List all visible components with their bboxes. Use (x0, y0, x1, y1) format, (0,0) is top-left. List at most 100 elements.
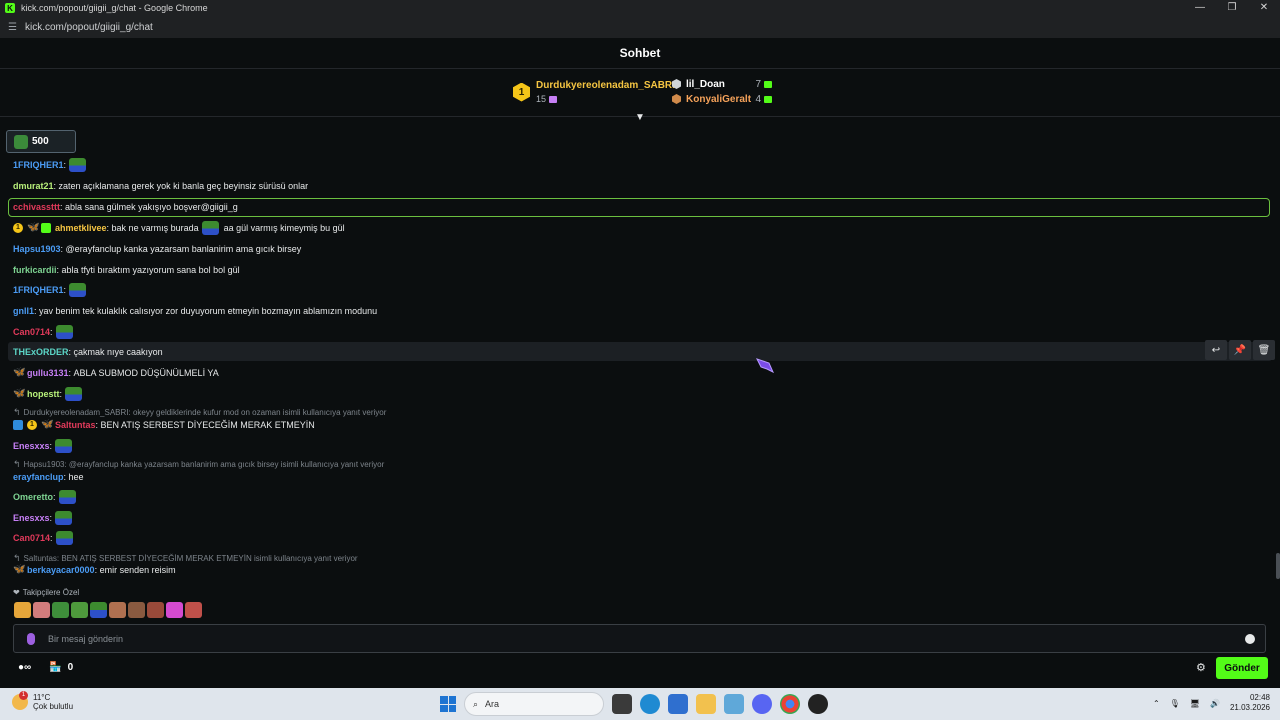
taskbar-search[interactable]: ⌕ Ara (464, 692, 604, 716)
clock[interactable]: 02:48 21.03.2026 (1230, 693, 1270, 713)
leaderboard-second[interactable]: lil_Doan 7 (672, 77, 772, 91)
network-icon[interactable]: 🖥 (1190, 699, 1200, 708)
task-view-icon[interactable] (612, 694, 632, 714)
message-username[interactable]: ahmetklivee (55, 223, 107, 233)
address-bar: ☰ kick.com/popout/giigii_g/chat (0, 16, 1280, 38)
emote-icon (14, 134, 28, 149)
chat-message[interactable]: gnll1: yav benim tek kulaklık calısıyor … (13, 303, 377, 319)
message-username[interactable]: Saltuntas (55, 420, 96, 430)
kick-points-icon[interactable]: ●∞ (18, 662, 31, 673)
emote-icon[interactable] (109, 602, 126, 618)
volume-icon[interactable]: 🔊 (1210, 699, 1220, 708)
chat-message[interactable]: 🦋 berkayacar0000: emir senden reisim (13, 562, 176, 578)
weather-temp: 11°C (33, 693, 51, 702)
chat-message[interactable]: 1FRIQHER1: (13, 157, 87, 173)
emote-icon[interactable] (185, 602, 202, 618)
emote-icon[interactable] (166, 602, 183, 618)
send-button[interactable]: Gönder (1216, 657, 1268, 679)
microphone-icon[interactable]: 🎙 (1170, 699, 1180, 708)
message-username[interactable]: Omeretto (13, 492, 53, 502)
chat-message[interactable]: 1 🦋 ahmetklivee: bak ne varmış burada aa… (13, 220, 345, 236)
emote-icon[interactable] (128, 602, 145, 618)
emote-icon[interactable] (147, 602, 164, 618)
chat-message[interactable]: 1 🦋 Saltuntas: BEN ATIŞ SERBEST DİYECEĞİ… (13, 417, 315, 433)
chat-message[interactable]: furkicardii: abla tfyti bıraktım yazıyor… (13, 262, 240, 278)
url-text[interactable]: kick.com/popout/giigii_g/chat (25, 22, 153, 33)
chat-message[interactable]: Enesxxs: (13, 510, 73, 526)
emote-icon[interactable] (71, 602, 88, 618)
message-username[interactable]: Hapsu1903 (13, 244, 61, 254)
pepe-emote-icon (55, 325, 73, 339)
kick-count-badge[interactable]: 500 (6, 130, 76, 153)
close-button[interactable]: ✕ (1248, 0, 1280, 16)
message-username[interactable]: hopestt (27, 389, 60, 399)
discord-icon[interactable] (752, 694, 772, 714)
message-username[interactable]: 1FRIQHER1 (13, 160, 64, 170)
file-explorer-icon[interactable] (696, 694, 716, 714)
kick-count-value: 500 (32, 136, 49, 147)
message-text: zaten açıklamana gerek yok ki banla geç … (58, 181, 309, 191)
message-username[interactable]: cchivassttt (13, 202, 60, 212)
emoji-picker-icon[interactable] (1245, 633, 1255, 644)
message-username[interactable]: berkayacar0000 (27, 565, 95, 575)
message-username[interactable]: erayfanclup (13, 472, 64, 482)
message-text: abla sana gülmek yakışıyo boşver@giigii_… (65, 202, 238, 212)
reply-icon[interactable]: ↩ (1205, 340, 1227, 360)
start-button-icon[interactable] (440, 696, 456, 712)
chat-message[interactable]: THExORDER: çakmak nıye caakıyon (13, 344, 163, 360)
microphone-icon[interactable] (27, 632, 35, 645)
chat-message[interactable]: dmurat21: zaten açıklamana gerek yok ki … (13, 178, 308, 194)
collapse-filter-icon[interactable]: ▼ (634, 113, 646, 123)
kick-logo-icon: K (5, 3, 15, 13)
message-username[interactable]: Enesxxs (13, 513, 50, 523)
message-username[interactable]: gnll1 (13, 306, 34, 316)
chat-message[interactable]: erayfanclup: hee (13, 469, 84, 485)
leaderboard-first[interactable]: 1 Durdukyereolenadam_SABRI 15 (513, 80, 675, 104)
chat-message[interactable]: cchivassttt: abla sana gülmek yakışıyo b… (13, 199, 238, 215)
chat-message[interactable]: Omeretto: (13, 489, 76, 505)
message-username[interactable]: 1FRIQHER1 (13, 285, 64, 295)
chat-message[interactable]: Can0714: (13, 530, 73, 546)
chat-message[interactable]: 🦋 gullu3131: ABLA SUBMOD DÜŞÜNÜLMELİ YA (13, 365, 219, 381)
chat-scrollbar[interactable] (1276, 553, 1280, 579)
emote-icon[interactable] (33, 602, 50, 618)
message-username[interactable]: Enesxxs (13, 441, 50, 451)
reply-text: Hapsu1903: @erayfanclup kanka yazarsam b… (23, 460, 385, 469)
emote-icon[interactable] (90, 602, 107, 618)
store-icon[interactable]: 🏪 (49, 662, 61, 673)
message-username[interactable]: Can0714 (13, 327, 50, 337)
message-username[interactable]: dmurat21 (13, 181, 54, 191)
chrome-icon[interactable] (780, 694, 800, 714)
message-username[interactable]: furkicardii (13, 265, 57, 275)
chat-message[interactable]: 🦋 hopestt: (13, 386, 83, 402)
leaderboard-third[interactable]: KonyaliGeralt 4 (672, 92, 772, 106)
minimize-button[interactable]: — (1184, 0, 1216, 16)
chat-header: Sohbet (0, 38, 1280, 69)
emote-icon[interactable] (52, 602, 69, 618)
restore-button[interactable]: ❐ (1216, 0, 1248, 16)
chevron-up-icon[interactable]: ⌃ (1153, 699, 1160, 708)
app-icon[interactable] (808, 694, 828, 714)
leader-username: lil_Doan (686, 78, 725, 90)
chat-message[interactable]: Can0714: (13, 324, 73, 340)
rank-two-badge-icon (672, 79, 681, 89)
chat-message-input[interactable] (48, 633, 1245, 644)
weather-widget[interactable]: 1 11°C Çok bulutlu (12, 691, 73, 711)
message-text: abla tfyti bıraktım yazıyorum sana bol b… (61, 265, 240, 275)
edge-icon[interactable] (640, 694, 660, 714)
chat-message[interactable]: Hapsu1903: @erayfanclup kanka yazarsam b… (13, 241, 301, 257)
gift-badge-icon (41, 223, 51, 233)
chat-message[interactable]: Enesxxs: (13, 438, 73, 454)
emote-icon[interactable] (14, 602, 31, 618)
message-username[interactable]: THExORDER (13, 347, 69, 357)
message-username[interactable]: Can0714 (13, 533, 50, 543)
site-info-icon[interactable]: ☰ (8, 22, 17, 33)
message-text: BEN ATIŞ SERBEST DİYECEĞİM MERAK ETMEYİN (100, 420, 315, 430)
settings-gear-icon[interactable]: ⚙ (1196, 663, 1207, 674)
delete-icon[interactable]: 🗑 (1253, 340, 1275, 360)
pin-icon[interactable]: 📌 (1229, 340, 1251, 360)
app-icon[interactable] (724, 694, 744, 714)
store-app-icon[interactable] (668, 694, 688, 714)
chat-message[interactable]: 1FRIQHER1: (13, 282, 87, 298)
message-username[interactable]: gullu3131 (27, 368, 69, 378)
